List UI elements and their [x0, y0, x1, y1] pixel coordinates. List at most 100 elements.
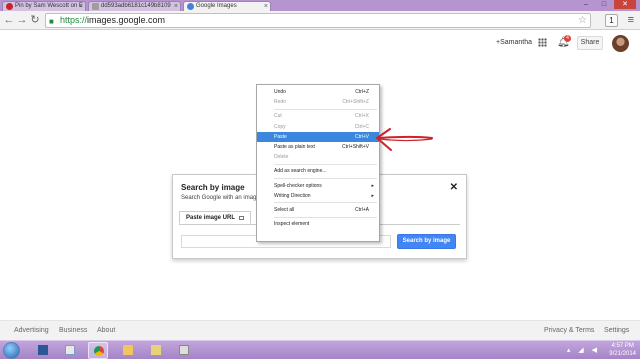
menu-item-shortcut: Ctrl+C: [354, 123, 369, 130]
close-window-icon[interactable]: ✕: [614, 0, 636, 9]
menu-item-select-all[interactable]: Select all Ctrl+A: [257, 205, 379, 215]
file-icon: [92, 3, 99, 10]
tab-title: Pin by Sam Wescott on E: [15, 3, 83, 9]
url-scheme: https://: [60, 15, 88, 25]
menu-item-label: Delete: [274, 154, 289, 161]
menu-item-label: Copy: [274, 123, 286, 130]
menu-item-label: Paste: [274, 133, 287, 140]
windows-taskbar: ▴ ◢ ◀︎ 4:57 PM 9/21/2014: [0, 340, 640, 359]
menu-item-label: Paste as plain text: [274, 143, 315, 150]
folder-icon: [151, 345, 161, 355]
menu-item-cut[interactable]: Cut Ctrl+X: [257, 111, 379, 121]
menu-item-redo[interactable]: Redo Ctrl+Shift+Z: [257, 97, 379, 107]
footer-link-advertising[interactable]: Advertising: [14, 321, 49, 341]
menu-item-delete[interactable]: Delete: [257, 152, 379, 162]
menu-item-label: Redo: [274, 99, 286, 106]
taskbar-folder[interactable]: [146, 342, 166, 359]
tab-label: Paste image URL: [186, 215, 236, 221]
menu-item-label: Select all: [274, 206, 295, 213]
google-icon: [187, 3, 194, 10]
back-icon[interactable]: ←: [3, 14, 15, 26]
menu-item-shortcut: Ctrl+X: [354, 113, 369, 120]
close-icon[interactable]: ✕: [450, 182, 458, 193]
menu-item-inspect-element[interactable]: Inspect element: [257, 219, 379, 229]
menu-item-label: Add as search engine...: [274, 168, 327, 175]
url-host: images.google.com: [87, 15, 166, 25]
start-button[interactable]: [3, 342, 20, 359]
page-footer: Advertising Business About Privacy & Ter…: [0, 320, 640, 340]
notepad-icon: [65, 345, 75, 355]
lock-icon: ■: [49, 17, 54, 26]
submenu-arrow-icon: ▸: [371, 182, 374, 189]
footer-link-settings[interactable]: Settings: [604, 321, 629, 341]
dialog-title: Search by image: [181, 183, 245, 192]
menu-item-add-search-engine[interactable]: Add as search engine...: [257, 166, 379, 176]
tab-title: Google Images: [196, 3, 237, 9]
forward-icon[interactable]: →: [16, 14, 28, 26]
tab-pinterest[interactable]: Pin by Sam Wescott on E ×: [2, 1, 86, 11]
share-button[interactable]: Share: [577, 36, 603, 50]
extension-button[interactable]: 1: [605, 14, 618, 27]
folder-icon: [123, 345, 133, 355]
menu-item-shortcut: Ctrl+A: [354, 206, 369, 213]
menu-item-shortcut: Ctrl+V: [354, 133, 369, 140]
tab-title: dd593adb6181c149b8109: [101, 3, 171, 9]
minimize-icon[interactable]: –: [578, 0, 594, 9]
context-menu: Undo Ctrl+Z Redo Ctrl+Shift+Z Cut Ctrl+X Co…: [256, 84, 380, 242]
tab-close-icon[interactable]: ×: [79, 2, 83, 11]
menu-item-writing-direction[interactable]: Writing Direction ▸: [257, 191, 379, 201]
clock-time: 4:57 PM: [611, 343, 634, 349]
taskbar-notepad[interactable]: [60, 342, 80, 359]
menu-item-undo[interactable]: Undo Ctrl+Z: [257, 87, 379, 97]
browser-toolbar: ← → ↻ ■ https://images.google.com ☆ 1 ≡: [0, 11, 640, 30]
chrome-icon: [94, 346, 104, 356]
menu-separator: [274, 108, 377, 110]
avatar[interactable]: [612, 35, 629, 52]
taskbar-explorer[interactable]: [118, 342, 138, 359]
maximize-icon[interactable]: □: [596, 0, 612, 9]
menu-item-copy[interactable]: Copy Ctrl+C: [257, 122, 379, 132]
taskbar-word[interactable]: [33, 342, 53, 359]
pinterest-icon: [6, 3, 13, 10]
menu-item-label: Spell-checker options: [274, 182, 322, 189]
taskbar-chrome[interactable]: [88, 342, 108, 359]
tab-image-file[interactable]: dd593adb6181c149b8109 ×: [88, 1, 181, 11]
word-icon: [38, 345, 48, 355]
red-arrow-annotation: [376, 128, 433, 151]
tab-google-images[interactable]: Google Images ×: [183, 1, 271, 11]
apps-grid-icon[interactable]: [538, 38, 547, 47]
notification-count-badge: 4: [564, 35, 571, 42]
taskbar-clock[interactable]: 4:57 PM 9/21/2014: [609, 342, 636, 358]
tab-strip: Pin by Sam Wescott on E × dd593adb6181c1…: [0, 0, 640, 11]
paint-icon: [179, 345, 189, 355]
submenu-arrow-icon: ▸: [371, 192, 374, 199]
bookmark-star-icon[interactable]: ☆: [578, 14, 587, 27]
menu-item-label: Inspect element: [274, 221, 310, 228]
footer-link-about[interactable]: About: [97, 321, 115, 341]
menu-item-shortcut: Ctrl+Shift+Z: [342, 99, 369, 106]
menu-item-label: Undo: [274, 89, 286, 95]
menu-item-shortcut: Ctrl+Z: [355, 89, 369, 95]
menu-separator: [274, 178, 377, 179]
menu-separator: [274, 163, 377, 165]
chrome-menu-icon[interactable]: ≡: [628, 15, 634, 26]
menu-item-paste[interactable]: Paste Ctrl+V: [257, 131, 379, 142]
window-controls: – □ ✕: [578, 0, 636, 10]
tab-close-icon[interactable]: ×: [264, 2, 268, 11]
tab-paste-image-url[interactable]: Paste image URL: [179, 211, 251, 224]
system-tray[interactable]: ▴ ◢ ◀︎: [567, 346, 600, 354]
reload-icon[interactable]: ↻: [29, 14, 41, 26]
dialog-subtitle: Search Google with an imag: [181, 195, 257, 201]
menu-separator: [274, 216, 377, 218]
footer-link-business[interactable]: Business: [59, 321, 87, 341]
taskbar-paint[interactable]: [174, 342, 194, 359]
menu-item-spell-checker[interactable]: Spell-checker options ▸: [257, 181, 379, 191]
menu-item-label: Writing Direction: [274, 192, 311, 199]
user-link[interactable]: +Samantha: [496, 39, 532, 46]
footer-link-privacy-terms[interactable]: Privacy & Terms: [544, 321, 594, 341]
tab-close-icon[interactable]: ×: [174, 2, 178, 11]
search-by-image-button[interactable]: Search by image: [397, 234, 456, 249]
menu-item-label: Cut: [274, 113, 282, 120]
address-bar[interactable]: ■ https://images.google.com ☆: [45, 13, 591, 28]
menu-item-paste-plain[interactable]: Paste as plain text Ctrl+Shift+V: [257, 142, 379, 152]
